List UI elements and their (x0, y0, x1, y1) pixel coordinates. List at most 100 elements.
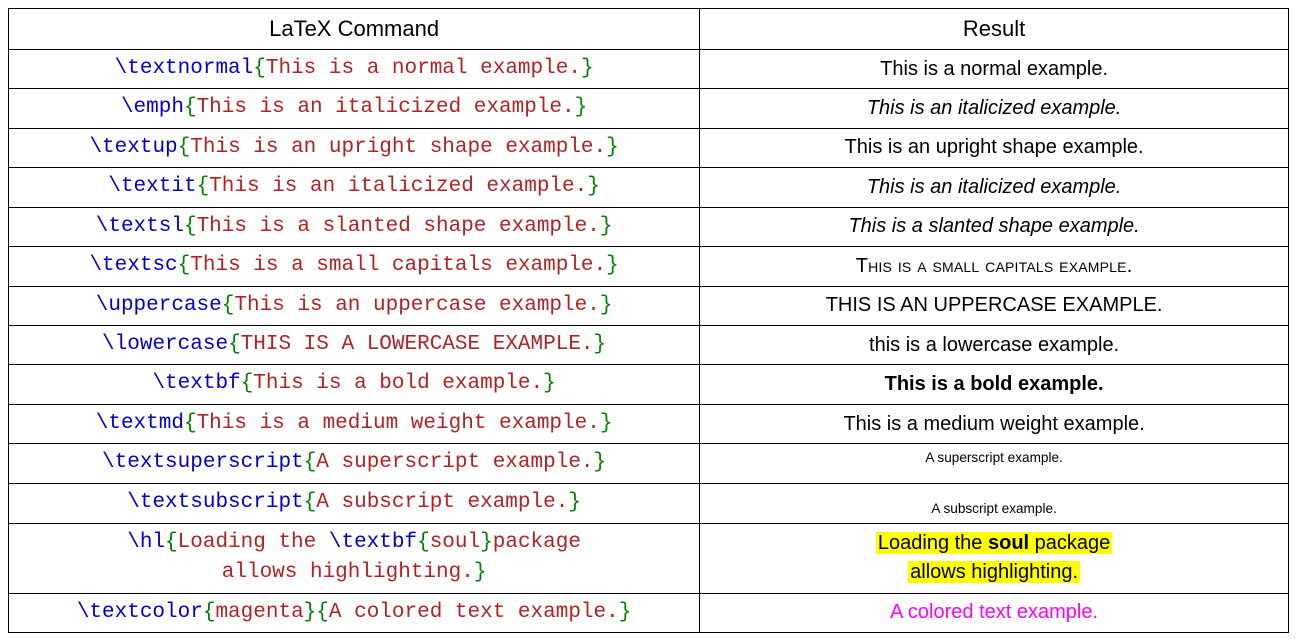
table-row: \emph{This is an italicized example.} Thi… (9, 89, 1289, 128)
close-brace: } (619, 601, 632, 624)
command-argument: This is a bold example. (253, 372, 543, 395)
result-cell: this is a lowercase example. (700, 325, 1289, 364)
table-row: \lowercase{THIS IS A LOWERCASE EXAMPLE.}… (9, 325, 1289, 364)
open-brace: { (222, 294, 235, 317)
latex-command-cell: \lowercase{THIS IS A LOWERCASE EXAMPLE.} (9, 325, 700, 364)
close-brace: } (543, 372, 556, 395)
command-argument: This is a slanted shape example. (197, 215, 600, 238)
table-row: \textsuperscript{A superscript example.}… (9, 444, 1289, 484)
command-token: \textit (108, 175, 196, 198)
open-brace: { (178, 254, 191, 277)
table-row: \uppercase{This is an uppercase example.… (9, 286, 1289, 325)
result-cell: This is an italicized example. (700, 89, 1289, 128)
table-row: \textcolor{magenta}{A colored text examp… (9, 593, 1289, 632)
command-token: \textsuperscript (102, 451, 304, 474)
result-cell: Loading the soul package allows highlight… (700, 523, 1289, 593)
result-text: This is an upright shape example. (845, 136, 1144, 158)
latex-command-cell: \textsuperscript{A superscript example.} (9, 444, 700, 484)
open-brace: { (228, 333, 241, 356)
latex-command-cell: \textsubscript{A subscript example.} (9, 483, 700, 523)
latex-command-cell: \textmd{This is a medium weight example.… (9, 404, 700, 443)
command-argument: Loading the (178, 531, 329, 554)
command-token: \textsc (89, 254, 177, 277)
highlighted-text: allows highlighting. (908, 561, 1080, 583)
close-brace: } (575, 96, 588, 119)
table-row: \textsc{This is a small capitals example… (9, 247, 1289, 286)
result-cell: This is a medium weight example. (700, 404, 1289, 443)
result-cell: This is a bold example. (700, 365, 1289, 404)
command-token: \uppercase (96, 294, 222, 317)
command-token: \lowercase (102, 333, 228, 356)
close-brace: } (594, 333, 607, 356)
latex-command-cell: \textcolor{magenta}{A colored text examp… (9, 593, 700, 632)
table-row: \textup{This is an upright shape example… (9, 128, 1289, 167)
close-brace: } (594, 451, 607, 474)
close-brace: } (568, 491, 581, 514)
result-text: This is a normal example. (880, 58, 1108, 80)
open-brace: { (304, 451, 317, 474)
result-cell: This is an upright shape example. (700, 128, 1289, 167)
open-brace: { (417, 531, 430, 554)
command-argument: package (493, 531, 581, 554)
result-cell: A superscript example. (700, 444, 1289, 484)
command-token: \textup (89, 136, 177, 159)
result-cell: This is an italicized example. (700, 168, 1289, 207)
command-token: \hl (127, 531, 165, 554)
result-cell: A subscript example. (700, 483, 1289, 523)
latex-command-cell: \uppercase{This is an uppercase example.… (9, 286, 700, 325)
close-brace: } (304, 601, 317, 624)
command-token: \textsubscript (127, 491, 303, 514)
command-argument: This is an uppercase example. (234, 294, 599, 317)
close-brace: } (474, 561, 487, 584)
result-text: A superscript example. (925, 448, 1063, 468)
result-text: This is an italicized example. (867, 176, 1122, 198)
open-brace: { (304, 491, 317, 514)
table-row: \textsubscript{A subscript example.}A su… (9, 483, 1289, 523)
result-cell: This is a normal example. (700, 49, 1289, 88)
command-argument: THIS IS A LOWERCASE EXAMPLE. (241, 333, 594, 356)
latex-commands-table: LaTeX Command Result \textnormal{This is… (8, 8, 1289, 633)
command-argument: soul (430, 531, 480, 554)
close-brace: } (606, 254, 619, 277)
highlighted-text: Loading the soul package (876, 532, 1112, 554)
close-brace: } (606, 136, 619, 159)
latex-command-cell: \emph{This is an italicized example.} (9, 89, 700, 128)
header-latex-command: LaTeX Command (9, 9, 700, 50)
open-brace: { (241, 372, 254, 395)
result-text: This is an italicized example. (867, 97, 1122, 119)
table-row: \textnormal{This is a normal example.}Th… (9, 49, 1289, 88)
result-cell: This is a slanted shape example. (700, 207, 1289, 246)
open-brace: { (316, 601, 329, 624)
result-text: Loading the (878, 532, 988, 554)
result-text: A subscript example. (931, 499, 1056, 519)
latex-command-cell: \hl{Loading the \textbf{soul}packageallo… (9, 523, 700, 593)
open-brace: { (184, 412, 197, 435)
command-argument: A colored text example. (329, 601, 619, 624)
table-row: \textsl{This is a slanted shape example.… (9, 207, 1289, 246)
command-argument: This is a small capitals example. (190, 254, 606, 277)
result-text: allows highlighting. (910, 561, 1078, 583)
result-text: package (1029, 532, 1110, 554)
open-brace: { (184, 96, 197, 119)
command-token: \textmd (96, 412, 184, 435)
result-text-bold: soul (988, 532, 1029, 554)
result-cell: A colored text example. (700, 593, 1289, 632)
command-argument: A superscript example. (316, 451, 593, 474)
command-argument: This is a medium weight example. (197, 412, 600, 435)
result-text: This is a medium weight example. (843, 413, 1144, 435)
close-brace: } (480, 531, 493, 554)
command-token: \textsl (96, 215, 184, 238)
latex-command-cell: \textup{This is an upright shape example… (9, 128, 700, 167)
command-argument: A subscript example. (316, 491, 568, 514)
table-row: \textbf{This is a bold example.}This is … (9, 365, 1289, 404)
command-argument: This is a normal example. (266, 57, 581, 80)
open-brace: { (197, 175, 210, 198)
open-brace: { (184, 215, 197, 238)
latex-command-cell: \textnormal{This is a normal example.} (9, 49, 700, 88)
command-token: \textbf (152, 372, 240, 395)
result-cell: This is a small capitals example. (700, 247, 1289, 286)
result-text: This is a small capitals example. (856, 255, 1133, 277)
latex-command-cell: \textbf{This is a bold example.} (9, 365, 700, 404)
command-token: \textcolor (77, 601, 203, 624)
header-result: Result (700, 9, 1289, 50)
